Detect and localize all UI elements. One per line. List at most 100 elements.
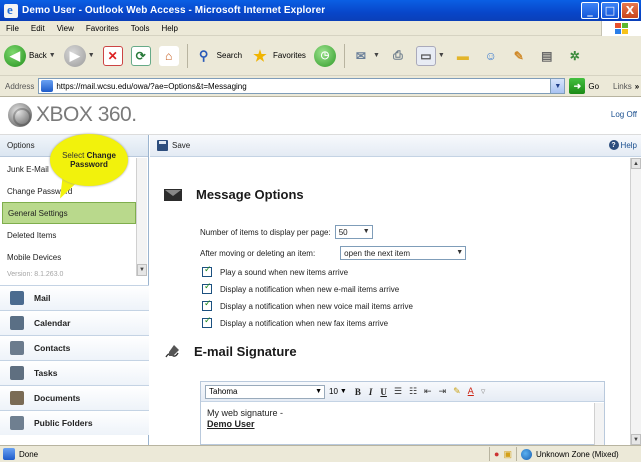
mail-button[interactable]: ✉ ▼: [351, 46, 380, 66]
voicemail-notification-checkbox[interactable]: [202, 299, 212, 311]
stop-icon: ✕: [102, 45, 123, 66]
font-size-select[interactable]: 10 ▼: [329, 387, 347, 396]
callout-text-bold: Change: [86, 151, 116, 160]
zone-text: Unknown Zone (Mixed): [536, 449, 619, 459]
log-off-link[interactable]: Log Off: [611, 110, 637, 119]
bold-button[interactable]: B: [355, 387, 361, 397]
nav-tasks[interactable]: Tasks: [0, 360, 149, 385]
messenger-button[interactable]: ☺: [481, 46, 501, 66]
edit-button[interactable]: ▭ ▼: [415, 45, 445, 66]
nav-label: Mail: [34, 293, 51, 303]
nav-contacts[interactable]: Contacts: [0, 335, 149, 360]
main-content: Save ? Help ▲ ▼ Message Options Number o…: [150, 135, 641, 445]
play-sound-checkbox[interactable]: [202, 265, 212, 277]
more-options-icon[interactable]: ▿: [481, 387, 486, 397]
page-icon: [41, 80, 54, 92]
forward-button[interactable]: ▶ ▼: [63, 44, 95, 67]
decrease-indent-icon[interactable]: ⇤: [424, 387, 432, 397]
menu-favorites[interactable]: Favorites: [86, 24, 119, 33]
italic-button[interactable]: I: [369, 387, 373, 397]
fax-notification-checkbox[interactable]: [202, 316, 212, 328]
home-icon: ⌂: [158, 45, 179, 66]
save-icon[interactable]: [157, 140, 168, 151]
option-deleted-items[interactable]: Deleted Items: [0, 224, 136, 246]
increase-indent-icon[interactable]: ⇥: [439, 387, 447, 397]
font-color-icon[interactable]: A: [468, 387, 474, 397]
owa-header: XBOX 360. Log Off: [0, 97, 641, 135]
mail-nav-icon: [10, 291, 24, 305]
numbered-list-icon[interactable]: ☷: [409, 387, 417, 397]
option-general-settings[interactable]: General Settings: [2, 202, 136, 224]
chevron-down-icon: ▼: [339, 388, 347, 395]
refresh-button[interactable]: ⟳: [130, 45, 151, 66]
underline-button[interactable]: U: [380, 387, 387, 397]
signature-text-area[interactable]: My web signature - Demo User: [201, 402, 604, 436]
menu-view[interactable]: View: [57, 24, 74, 33]
nav-documents[interactable]: Documents: [0, 385, 149, 410]
public-folders-icon: [10, 416, 24, 430]
address-dropdown-icon[interactable]: ▼: [550, 79, 565, 93]
menu-edit[interactable]: Edit: [31, 24, 45, 33]
scroll-down-icon[interactable]: ▼: [137, 264, 147, 276]
search-button[interactable]: ⚲ Search: [194, 46, 242, 66]
links-button[interactable]: Links: [613, 82, 632, 91]
lock-icon[interactable]: ▣: [503, 449, 512, 460]
tools-button[interactable]: ✲: [565, 46, 585, 66]
email-notification-checkbox[interactable]: [202, 282, 212, 294]
back-label: Back: [29, 51, 47, 60]
windows-flag-icon: [614, 22, 629, 35]
highlight-icon[interactable]: ✎: [453, 387, 461, 397]
go-button[interactable]: ➜ Go: [569, 78, 599, 94]
menu-help[interactable]: Help: [161, 24, 177, 33]
items-per-page-select[interactable]: 50 ▼: [334, 225, 373, 239]
nav-calendar[interactable]: Calendar: [0, 310, 149, 335]
save-button[interactable]: Save: [172, 141, 190, 150]
navigation-list: Mail Calendar Contacts Tasks Documents P…: [0, 285, 149, 435]
minimize-button[interactable]: _: [581, 2, 599, 19]
content-scrollbar[interactable]: ▲ ▼: [630, 158, 641, 445]
help-button[interactable]: ? Help: [608, 140, 637, 150]
nav-mail[interactable]: Mail: [0, 285, 149, 310]
envelope-icon: [164, 188, 182, 201]
edit-dropdown-icon[interactable]: ▼: [438, 52, 445, 59]
menu-file[interactable]: File: [6, 24, 19, 33]
checkbox-label: Display a notification when new voice ma…: [220, 301, 413, 311]
address-input[interactable]: https://mail.wcsu.edu/owa/?ae=Options&t=…: [38, 78, 566, 94]
signature-editor: Tahoma ▼ 10 ▼ B I U ☰ ☷ ⇤ ⇥ ✎ A ▿ My web…: [200, 381, 605, 445]
favorites-button[interactable]: ★ Favorites: [250, 46, 306, 66]
nav-public-folders[interactable]: Public Folders: [0, 410, 149, 435]
links-chevron-icon[interactable]: »: [635, 82, 639, 91]
option-mobile-devices[interactable]: Mobile Devices: [0, 246, 136, 268]
back-dropdown-icon[interactable]: ▼: [49, 52, 56, 59]
font-select[interactable]: Tahoma ▼: [205, 384, 325, 399]
close-button[interactable]: X: [621, 2, 639, 19]
mail-dropdown-icon[interactable]: ▼: [373, 52, 380, 59]
options-toolbar: Save ? Help: [150, 135, 641, 157]
editor-scrollbar[interactable]: [594, 403, 604, 445]
maximize-button[interactable]: □: [601, 2, 619, 19]
research-button[interactable]: ✎: [509, 46, 529, 66]
xbox-orb-icon: [8, 103, 32, 127]
discuss-icon: ▤: [541, 48, 553, 63]
favorites-star-icon: ★: [253, 47, 267, 65]
history-button[interactable]: ◷: [313, 44, 336, 67]
privacy-icon[interactable]: ●: [494, 449, 499, 459]
back-button[interactable]: ◀ Back ▼: [4, 44, 56, 67]
options-scrollbar[interactable]: ▼: [136, 158, 147, 276]
options-label: Options: [7, 141, 35, 150]
signature-title: E-mail Signature: [194, 343, 297, 359]
menu-tools[interactable]: Tools: [131, 24, 150, 33]
discuss-button[interactable]: ▤: [537, 46, 557, 66]
address-url[interactable]: https://mail.wcsu.edu/owa/?ae=Options&t=…: [56, 82, 246, 91]
forward-dropdown-icon[interactable]: ▼: [88, 52, 95, 59]
scroll-down-icon[interactable]: ▼: [631, 434, 641, 445]
stop-button[interactable]: ✕: [102, 45, 123, 66]
folder-button[interactable]: ▬: [453, 46, 473, 66]
editor-toolbar: Tahoma ▼ 10 ▼ B I U ☰ ☷ ⇤ ⇥ ✎ A ▿: [201, 382, 604, 402]
after-move-select[interactable]: open the next item ▼: [340, 246, 467, 260]
home-button[interactable]: ⌂: [158, 45, 179, 66]
bullet-list-icon[interactable]: ☰: [394, 387, 402, 397]
print-button[interactable]: ⎙: [388, 46, 408, 66]
scroll-up-icon[interactable]: ▲: [631, 158, 641, 169]
checkbox-row: Display a notification when new voice ma…: [202, 299, 413, 311]
